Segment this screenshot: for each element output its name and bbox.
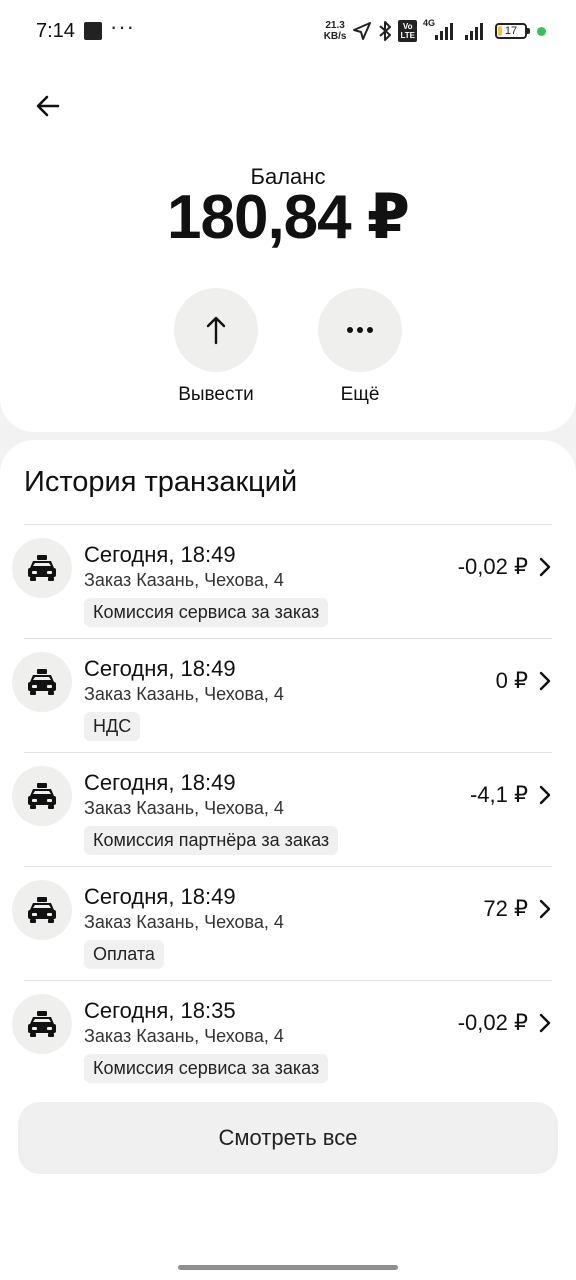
balance-value: 180,84 ₽ <box>167 183 410 252</box>
chevron-right-icon <box>536 1012 554 1034</box>
transaction-date: Сегодня, 18:49 <box>84 770 236 795</box>
chevron-right-icon <box>536 784 554 806</box>
transaction-row[interactable]: Сегодня, 18:35 Заказ Казань, Чехова, 4 К… <box>0 980 576 1094</box>
bluetooth-icon <box>379 21 392 41</box>
back-button[interactable] <box>28 86 68 126</box>
chevron-right-icon <box>536 670 554 692</box>
transaction-date: Сегодня, 18:35 <box>84 998 236 1023</box>
status-time: 7:14 <box>36 20 75 42</box>
screen: 7:14 ··· 21.3 KB/s Vo LTE 4G 17 Баланс 1… <box>0 0 576 1280</box>
transaction-description: Заказ Казань, Чехова, 4 <box>84 798 284 818</box>
transaction-type-tag: Комиссия сервиса за заказ <box>84 1054 329 1083</box>
transactions-title: История транзакций <box>24 466 298 498</box>
notification-square-icon <box>84 22 102 40</box>
chevron-right-icon <box>536 898 554 920</box>
transaction-amount: 72 ₽ <box>483 896 528 921</box>
more-action: Ещё <box>300 288 420 406</box>
transaction-description: Заказ Казань, Чехова, 4 <box>84 912 284 932</box>
transaction-type-tag: Оплата <box>84 940 164 969</box>
transaction-type-tag: Комиссия партнёра за заказ <box>84 826 339 855</box>
transaction-date: Сегодня, 18:49 <box>84 884 236 909</box>
more-notifications-icon: ··· <box>110 14 135 39</box>
network-speed-unit: KB/s <box>323 31 347 42</box>
withdraw-button[interactable] <box>174 288 258 372</box>
privacy-indicator-dot <box>537 26 546 36</box>
arrow-up-icon <box>206 316 226 345</box>
signal-4g-icon: 4G <box>423 18 457 42</box>
withdraw-label: Вывести <box>178 384 254 405</box>
transaction-row[interactable]: Сегодня, 18:49 Заказ Казань, Чехова, 4 К… <box>0 752 576 866</box>
taxi-car-icon <box>12 652 72 712</box>
more-label: Ещё <box>340 384 380 405</box>
home-indicator[interactable] <box>178 1265 398 1270</box>
taxi-car-icon <box>12 766 72 826</box>
transaction-type-tag: НДС <box>84 712 141 741</box>
location-arrow-icon <box>353 22 372 40</box>
status-bar: 7:14 ··· 21.3 KB/s Vo LTE 4G 17 <box>0 0 576 62</box>
transaction-description: Заказ Казань, Чехова, 4 <box>84 684 284 704</box>
arrow-left-icon <box>36 95 60 117</box>
taxi-car-icon <box>12 994 72 1054</box>
transaction-amount: -4,1 ₽ <box>469 782 528 807</box>
withdraw-action: Вывести <box>156 288 276 406</box>
transactions-list: Сегодня, 18:49 Заказ Казань, Чехова, 4 К… <box>0 524 576 1094</box>
transaction-amount: -0,02 ₽ <box>457 1010 528 1035</box>
see-all-button[interactable]: Смотреть все <box>18 1102 558 1174</box>
transaction-amount: 0 ₽ <box>495 668 528 693</box>
transaction-date: Сегодня, 18:49 <box>84 656 236 681</box>
transactions-card: История транзакций Сегодня, 18:49 Заказ … <box>0 440 576 1280</box>
taxi-car-icon <box>12 880 72 940</box>
transaction-type-tag: Комиссия сервиса за заказ <box>84 598 329 627</box>
balance-card: Баланс 180,84 ₽ Вывести Ещё <box>0 62 576 432</box>
transaction-row[interactable]: Сегодня, 18:49 Заказ Казань, Чехова, 4 О… <box>0 866 576 980</box>
status-indicators: 21.3 KB/s Vo LTE 4G 17 <box>324 18 546 44</box>
transaction-amount: -0,02 ₽ <box>457 554 528 579</box>
transaction-row[interactable]: Сегодня, 18:49 Заказ Казань, Чехова, 4 Н… <box>0 638 576 752</box>
signal-icon <box>465 23 483 40</box>
transaction-description: Заказ Казань, Чехова, 4 <box>84 1026 284 1046</box>
transaction-description: Заказ Казань, Чехова, 4 <box>84 570 284 590</box>
network-speed: 21.3 KB/s <box>324 20 347 42</box>
battery-level: 17 <box>504 25 518 37</box>
battery-fill <box>498 26 502 36</box>
volte-icon: Vo LTE <box>398 20 417 42</box>
chevron-right-icon <box>536 556 554 578</box>
more-button[interactable] <box>318 288 402 372</box>
transaction-row[interactable]: Сегодня, 18:49 Заказ Казань, Чехова, 4 К… <box>0 524 576 638</box>
transaction-date: Сегодня, 18:49 <box>84 542 236 567</box>
more-dots-icon <box>347 327 373 333</box>
network-speed-value: 21.3 <box>325 20 345 31</box>
battery-icon: 17 <box>495 23 530 39</box>
taxi-car-icon <box>12 538 72 598</box>
